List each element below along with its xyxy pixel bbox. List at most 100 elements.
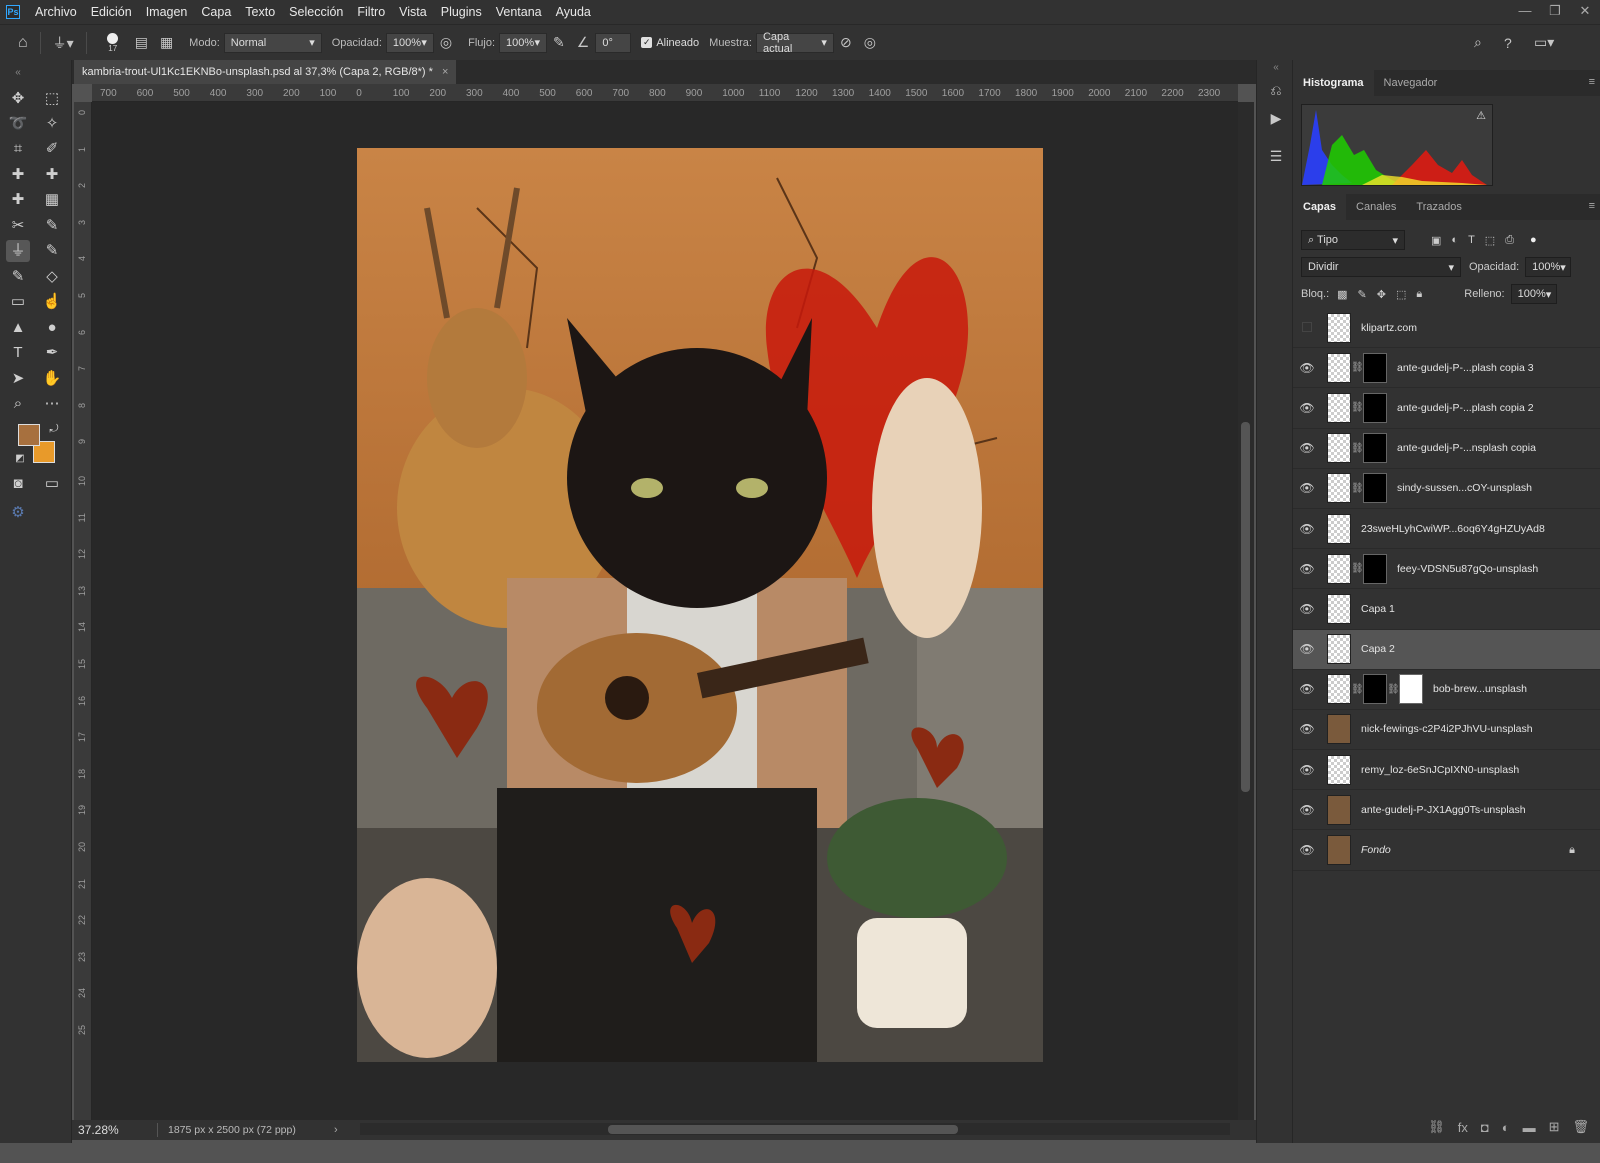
layer-thumbnail[interactable] — [1327, 674, 1351, 705]
tab-trazados[interactable]: Trazados — [1406, 194, 1471, 220]
flow-field[interactable]: 100% ▾ — [499, 32, 548, 53]
sharpen-tool-icon[interactable]: ▲ — [6, 317, 30, 339]
layer-thumbnail[interactable] — [1327, 714, 1351, 745]
new-layer-icon[interactable]: ⊞ — [1549, 1119, 1560, 1135]
menu-item-vista[interactable]: Vista — [392, 5, 434, 19]
layer-name[interactable]: ante-gudelj-P-...plash copia 3 — [1397, 362, 1534, 374]
eye-icon[interactable]: 👁︎ — [1293, 481, 1321, 495]
layer-row[interactable]: 👁︎ ante-gudelj-P-JX1Agg0Ts-unsplash — [1293, 790, 1600, 831]
fill-field[interactable]: 100% ▾ — [1510, 284, 1557, 304]
filter-pixel-icon[interactable]: ▣ — [1431, 234, 1441, 247]
layer-name[interactable]: ante-gudelj-P-...nsplash copia — [1397, 442, 1536, 454]
layer-style-icon[interactable]: fx — [1458, 1120, 1468, 1135]
search-icon[interactable]: ⌕ — [1474, 34, 1482, 51]
tab-canales[interactable]: Canales — [1346, 194, 1406, 220]
pattern-stamp-tool-icon[interactable]: ▦ — [40, 189, 64, 211]
layer-thumbnail[interactable] — [1327, 835, 1351, 866]
brush-settings-toggle-icon[interactable]: ▤ — [135, 34, 148, 51]
layer-name[interactable]: ante-gudelj-P-JX1Agg0Ts-unsplash — [1361, 804, 1526, 816]
mask-link-icon[interactable]: ⛓ — [1351, 402, 1364, 413]
lock-icon[interactable]: 🔒︎ — [1569, 844, 1575, 857]
layer-thumbnail[interactable] — [1327, 392, 1351, 423]
eye-icon[interactable]: 👁︎ — [1293, 682, 1321, 696]
layer-mask-thumbnail[interactable] — [1363, 553, 1387, 584]
healing-brush-tool-icon[interactable]: ✚ — [6, 164, 30, 186]
eyedropper-tool-icon[interactable]: ✐ — [40, 138, 64, 160]
layer-thumbnail[interactable] — [1327, 634, 1351, 665]
filter-toggle-icon[interactable]: ● — [1530, 234, 1537, 246]
layer-row[interactable]: 👁︎ ⛓ ante-gudelj-P-...plash copia 2 — [1293, 388, 1600, 429]
eye-icon[interactable]: 👁︎ — [1293, 401, 1321, 415]
visibility-toggle[interactable] — [1293, 321, 1321, 335]
layer-row[interactable]: 👁︎ nick-fewings-c2P4i2PJhVU-unsplash — [1293, 710, 1600, 751]
layer-thumbnail[interactable] — [1327, 513, 1351, 544]
layer-filter-dropdown[interactable]: ⌕ Tipo ▾ — [1301, 230, 1405, 250]
layer-mask-thumbnail[interactable] — [1363, 433, 1387, 464]
panel-menu-icon[interactable]: ≡ — [1589, 200, 1595, 212]
layer-thumbnail[interactable] — [1327, 754, 1351, 785]
eye-icon[interactable]: 👁︎ — [1293, 763, 1321, 777]
brush-size-picker[interactable]: 17 — [97, 32, 129, 53]
magic-wand-tool-icon[interactable]: ✧ — [40, 113, 64, 135]
collapse-icon[interactable]: « — [6, 62, 30, 84]
menu-item-texto[interactable]: Texto — [238, 5, 282, 19]
layer-name[interactable]: nick-fewings-c2P4i2PJhVU-unsplash — [1361, 723, 1533, 735]
mask-link-icon[interactable]: ⛓ — [1351, 563, 1364, 574]
clone-stamp-preset-icon[interactable]: ⏚▾ — [53, 33, 74, 53]
expand-icon[interactable]: « — [1266, 62, 1286, 82]
tab-navegador[interactable]: Navegador — [1374, 70, 1448, 96]
layer-thumbnail[interactable] — [1327, 553, 1351, 584]
horizontal-scrollbar[interactable] — [360, 1123, 1230, 1135]
lock-all-icon[interactable]: 🔒︎ — [1416, 288, 1422, 301]
hand-tool-icon[interactable]: ✋ — [40, 368, 64, 390]
screen-mode-icon[interactable]: ▭ — [40, 473, 64, 495]
eraser-tool-icon[interactable]: ◇ — [40, 266, 64, 288]
marquee-tool-icon[interactable]: ⬚ — [40, 88, 64, 110]
patch-tool-icon[interactable]: ✚ — [40, 164, 64, 186]
clone-source-panel-icon[interactable]: ▦ — [160, 34, 173, 51]
move-tool-icon[interactable]: ✥ — [6, 88, 30, 110]
content-aware-move-tool-icon[interactable]: ✂ — [6, 215, 30, 237]
layer-thumbnail[interactable] — [1327, 473, 1351, 504]
opacity-field[interactable]: 100% ▾ — [385, 32, 434, 53]
layer-mask-thumbnail[interactable] — [1399, 674, 1423, 705]
filter-adjustment-icon[interactable]: ◐ — [1451, 234, 1458, 246]
eye-icon[interactable]: 👁︎ — [1293, 642, 1321, 656]
eye-icon[interactable]: 👁︎ — [1293, 722, 1321, 736]
tab-capas[interactable]: Capas — [1293, 194, 1347, 220]
filter-smart-object-icon[interactable]: ⎙ — [1505, 234, 1514, 247]
add-mask-icon[interactable]: ◘ — [1481, 1120, 1489, 1135]
scroll-thumb[interactable] — [1241, 422, 1250, 792]
eye-icon[interactable]: 👁︎ — [1293, 522, 1321, 536]
layer-row[interactable]: 👁︎ ⛓ sindy-sussen...cOY-unsplash — [1293, 469, 1600, 509]
sample-dropdown[interactable]: Capa actual ▾ — [755, 31, 834, 55]
layer-thumbnail[interactable] — [1327, 312, 1351, 343]
swap-colors-icon[interactable]: ⤾ — [42, 418, 66, 440]
more-tools-icon[interactable]: ⋯ — [40, 393, 64, 415]
layer-name[interactable]: 23sweHLyhCwiWP...6oq6Y4gHZUyAd8 — [1361, 523, 1545, 535]
scroll-thumb[interactable] — [608, 1125, 958, 1134]
layer-name[interactable]: klipartz.com — [1361, 322, 1417, 334]
eye-icon[interactable]: 👁︎ — [1293, 602, 1321, 616]
lock-pixels-icon[interactable]: ✎ — [1358, 288, 1367, 301]
layer-mask-thumbnail[interactable] — [1363, 674, 1387, 705]
lock-artboard-icon[interactable]: ⬚ — [1396, 288, 1406, 301]
lasso-tool-icon[interactable]: ➰ — [6, 113, 30, 135]
lock-transparency-icon[interactable]: ▩ — [1337, 288, 1347, 301]
menu-item-plugins[interactable]: Plugins — [434, 5, 489, 19]
layer-thumbnail[interactable] — [1327, 593, 1351, 624]
eye-icon[interactable]: 👁︎ — [1293, 562, 1321, 576]
layer-row[interactable]: klipartz.com — [1293, 308, 1600, 349]
tab-histograma[interactable]: Histograma — [1293, 70, 1374, 96]
menu-item-ayuda[interactable]: Ayuda — [549, 5, 598, 19]
layer-name[interactable]: Fondo — [1361, 844, 1391, 856]
path-selection-tool-icon[interactable]: ➤ — [6, 368, 30, 390]
aligned-checkbox[interactable]: ✓ — [641, 37, 653, 48]
eye-icon[interactable]: 👁︎ — [1293, 803, 1321, 817]
document-canvas[interactable] — [357, 148, 1043, 1062]
ignore-adjustment-layers-icon[interactable]: ⊘ — [840, 34, 852, 51]
layer-name[interactable]: bob-brew...unsplash — [1433, 683, 1527, 695]
delete-layer-icon[interactable]: 🗑︎ — [1572, 1119, 1589, 1135]
layer-row[interactable]: 👁︎ remy_loz-6eSnJCpIXN0-unsplash — [1293, 750, 1600, 791]
pressure-opacity-icon[interactable]: ◎ — [440, 34, 452, 51]
